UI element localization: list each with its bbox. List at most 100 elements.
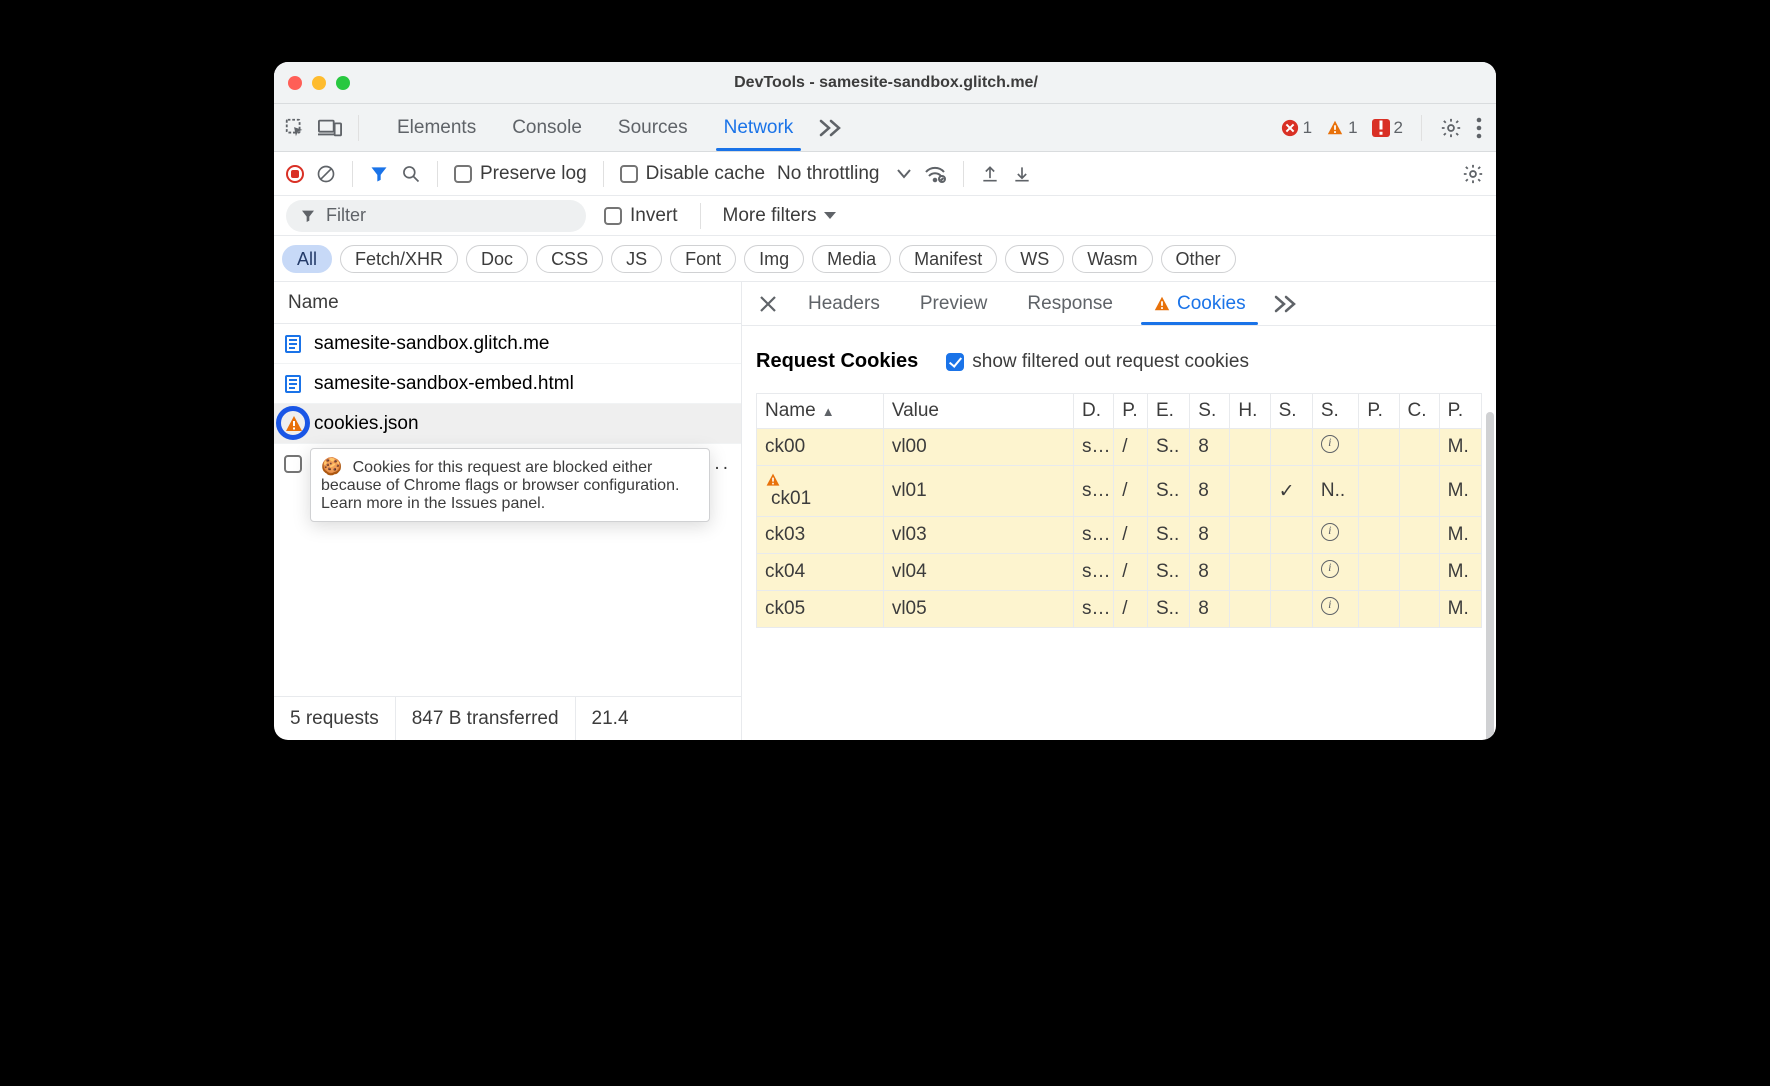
disable-cache-checkbox[interactable]: Disable cache	[620, 163, 765, 185]
main-tab-network[interactable]: Network	[706, 104, 812, 151]
window-titlebar: DevTools - samesite-sandbox.glitch.me/	[274, 62, 1496, 104]
search-icon[interactable]	[401, 164, 421, 184]
chip-img[interactable]: Img	[744, 245, 804, 273]
main-tab-console[interactable]: Console	[494, 104, 600, 151]
scrollbar-thumb[interactable]	[1486, 412, 1494, 740]
cookie-cell	[1312, 429, 1359, 466]
settings-gear-icon[interactable]	[1440, 117, 1462, 139]
window-close-button[interactable]	[288, 76, 302, 90]
cookie-cell: M.	[1439, 517, 1481, 554]
cookies-col-header[interactable]: S.	[1312, 394, 1359, 429]
cookie-cell: s…	[1074, 466, 1114, 517]
cookie-row[interactable]: ck03vl03s…/S..8M.	[757, 517, 1482, 554]
cookie-icon: 🍪	[321, 457, 342, 476]
cookie-row[interactable]: ck01vl01s…/S..8N..M.	[757, 466, 1482, 517]
cookies-col-header[interactable]: P.	[1439, 394, 1481, 429]
detail-tab-headers[interactable]: Headers	[788, 282, 900, 325]
cookie-cell: M.	[1439, 591, 1481, 628]
more-menu-icon[interactable]	[1476, 117, 1482, 139]
chip-wasm[interactable]: Wasm	[1072, 245, 1152, 273]
detail-tabs-overflow-icon[interactable]	[1266, 282, 1306, 325]
request-row[interactable]: samesite-sandbox.glitch.me	[274, 324, 741, 364]
cookie-cell	[1399, 466, 1439, 517]
truncated-checkbox-icon	[284, 455, 302, 473]
warning-triangle-icon	[765, 472, 875, 488]
cookies-col-header[interactable]: Value	[883, 394, 1073, 429]
chip-doc[interactable]: Doc	[466, 245, 528, 273]
status-requests: 5 requests	[274, 697, 395, 740]
chip-ws[interactable]: WS	[1005, 245, 1064, 273]
request-cookies-title: Request Cookies	[756, 350, 918, 373]
download-har-icon[interactable]	[1012, 164, 1032, 184]
cookies-col-header[interactable]: C.	[1399, 394, 1439, 429]
cookie-cell	[1230, 591, 1270, 628]
cookie-cell	[1230, 517, 1270, 554]
cookies-col-header[interactable]: H.	[1230, 394, 1270, 429]
cookies-col-header[interactable]: D.	[1074, 394, 1114, 429]
devtools-tab-bar: ElementsConsoleSourcesNetwork 1 1 2	[274, 104, 1496, 152]
tabs-overflow-icon[interactable]	[811, 104, 851, 151]
network-toolbar: Preserve log Disable cache No throttling	[274, 152, 1496, 196]
device-toolbar-icon[interactable]	[318, 117, 342, 139]
requests-name-header[interactable]: Name	[274, 282, 741, 324]
request-row[interactable]: cookies.json	[274, 404, 741, 444]
cookies-col-header[interactable]: S.	[1190, 394, 1230, 429]
cookies-col-header[interactable]: S.	[1270, 394, 1312, 429]
throttling-select[interactable]: No throttling	[777, 163, 911, 185]
preserve-log-checkbox[interactable]: Preserve log	[454, 163, 587, 185]
upload-har-icon[interactable]	[980, 164, 1000, 184]
main-tab-elements[interactable]: Elements	[379, 104, 494, 151]
cookies-col-header[interactable]: P.	[1114, 394, 1148, 429]
record-button[interactable]	[286, 165, 304, 183]
cookies-col-header[interactable]: P.	[1359, 394, 1399, 429]
chip-css[interactable]: CSS	[536, 245, 603, 273]
cookie-cell	[1399, 591, 1439, 628]
window-zoom-button[interactable]	[336, 76, 350, 90]
traffic-lights	[288, 76, 350, 90]
cookie-cell: S..	[1148, 429, 1190, 466]
window-minimize-button[interactable]	[312, 76, 326, 90]
cookie-cell: /	[1114, 517, 1148, 554]
more-filters-dropdown[interactable]: More filters	[723, 205, 837, 227]
clear-log-icon[interactable]	[316, 164, 336, 184]
filter-funnel-icon[interactable]	[369, 164, 389, 184]
close-detail-icon[interactable]	[748, 282, 788, 325]
cookie-cell: ck04	[757, 554, 884, 591]
request-detail-panel: HeadersPreviewResponseCookies Request Co…	[742, 282, 1496, 740]
chip-other[interactable]: Other	[1161, 245, 1236, 273]
chip-font[interactable]: Font	[670, 245, 736, 273]
detail-tab-preview[interactable]: Preview	[900, 282, 1008, 325]
chip-media[interactable]: Media	[812, 245, 891, 273]
cookie-row[interactable]: ck04vl04s…/S..8M.	[757, 554, 1482, 591]
inspect-element-icon[interactable]	[284, 117, 306, 139]
network-conditions-icon[interactable]	[923, 164, 947, 184]
detail-tab-cookies[interactable]: Cookies	[1133, 282, 1266, 325]
cookie-cell	[1312, 517, 1359, 554]
cookie-cell	[1399, 429, 1439, 466]
invert-checkbox[interactable]: Invert	[604, 205, 678, 227]
main-tab-sources[interactable]: Sources	[600, 104, 706, 151]
cookie-row[interactable]: ck05vl05s…/S..8M.	[757, 591, 1482, 628]
info-icon	[1321, 523, 1339, 541]
issues-count[interactable]: 2	[1372, 118, 1403, 138]
cookie-row[interactable]: ck00vl00s…/S..8M.	[757, 429, 1482, 466]
cookie-cell: 8	[1190, 517, 1230, 554]
chip-js[interactable]: JS	[611, 245, 662, 273]
chip-fetchxhr[interactable]: Fetch/XHR	[340, 245, 458, 273]
show-filtered-cookies-checkbox[interactable]: show filtered out request cookies	[946, 351, 1249, 373]
cookie-cell: S..	[1148, 466, 1190, 517]
tutorial-highlight-ring	[276, 406, 310, 440]
request-row[interactable]: samesite-sandbox-embed.html	[274, 364, 741, 404]
network-settings-gear-icon[interactable]	[1462, 163, 1484, 185]
cookie-cell	[1359, 466, 1399, 517]
filter-input[interactable]: Filter	[286, 200, 586, 232]
cookies-col-header[interactable]: E.	[1148, 394, 1190, 429]
info-icon	[1321, 435, 1339, 453]
error-count[interactable]: 1	[1281, 118, 1312, 138]
cookie-cell	[1270, 591, 1312, 628]
detail-tab-response[interactable]: Response	[1007, 282, 1133, 325]
chip-all[interactable]: All	[282, 245, 332, 273]
warning-count[interactable]: 1	[1326, 118, 1357, 138]
chip-manifest[interactable]: Manifest	[899, 245, 997, 273]
cookies-col-header[interactable]: Name▲	[757, 394, 884, 429]
